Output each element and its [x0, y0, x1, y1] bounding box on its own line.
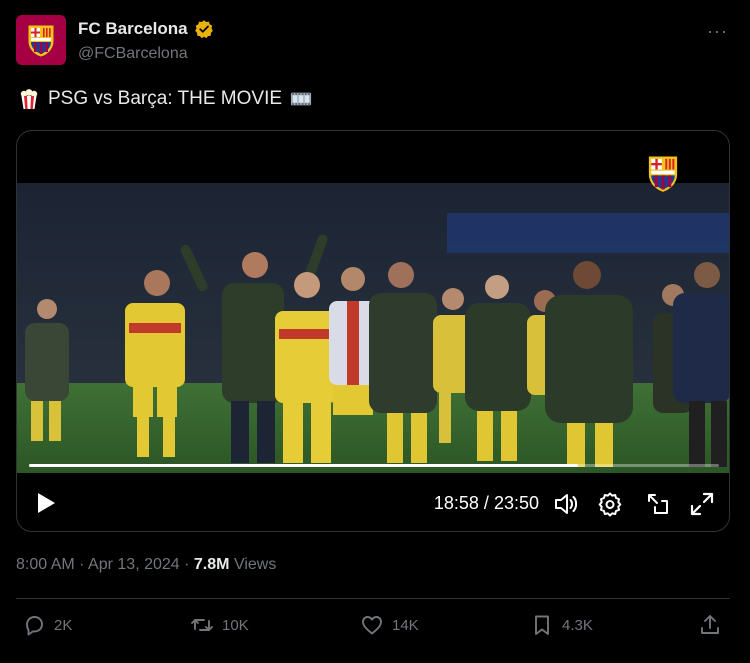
fullscreen-icon[interactable]	[689, 491, 715, 517]
tweet-time[interactable]: 8:00 AM	[16, 556, 75, 573]
like-count: 14K	[392, 616, 419, 634]
meta-dot: ·	[79, 556, 85, 573]
meta-dot-2: ·	[184, 556, 190, 573]
repost-count: 10K	[222, 616, 249, 634]
divider	[16, 598, 730, 599]
time-separator: /	[483, 493, 489, 513]
volume-icon[interactable]	[553, 491, 579, 517]
reply-count: 2K	[54, 616, 73, 634]
popcorn-icon	[20, 89, 38, 109]
fc-barcelona-crest-icon	[28, 25, 54, 57]
tweet-text: PSG vs Barça: THE MOVIE	[18, 88, 312, 110]
video-player[interactable]: 18:58 / 23:50	[16, 130, 730, 532]
play-icon[interactable]	[35, 491, 57, 515]
reply-button[interactable]: 2K	[22, 613, 72, 637]
video-time: 18:58 / 23:50	[434, 493, 539, 514]
heart-icon	[362, 616, 382, 635]
account-name-row[interactable]: FC Barcelona	[78, 19, 214, 39]
film-frames-icon	[290, 92, 312, 106]
account-handle[interactable]: @FCBarcelona	[78, 45, 188, 63]
views-count: 7.8M	[193, 556, 230, 573]
video-scene-image	[17, 183, 729, 473]
video-progress-bar[interactable]	[29, 464, 719, 467]
reply-icon	[26, 616, 43, 636]
bookmark-count: 4.3K	[562, 616, 593, 634]
bookmark-button[interactable]: 4.3K	[530, 613, 593, 637]
video-progress-fill	[29, 464, 579, 467]
account-name[interactable]: FC Barcelona	[78, 19, 188, 39]
share-button[interactable]	[698, 613, 722, 637]
video-frame[interactable]	[17, 183, 729, 473]
tweet-meta: 8:00 AM · Apr 13, 2024 · 7.8M Views	[16, 556, 276, 574]
more-options-button[interactable]: ···	[707, 21, 728, 42]
video-controls: 18:58 / 23:50	[17, 483, 729, 527]
views-label: Views	[233, 556, 277, 573]
share-icon	[701, 615, 719, 634]
fc-barcelona-watermark-icon	[648, 156, 678, 192]
pip-icon[interactable]	[645, 491, 671, 517]
duration: 23:50	[493, 493, 539, 513]
bookmark-icon	[535, 615, 549, 635]
tweet-date[interactable]: Apr 13, 2024	[88, 556, 180, 573]
repost-button[interactable]: 10K	[190, 613, 249, 637]
tweet-text-content: PSG vs Barça: THE MOVIE	[48, 88, 283, 109]
like-button[interactable]: 14K	[360, 613, 419, 637]
verified-badge-icon	[194, 20, 213, 39]
tweet-actions: 2K 10K 14K 4.3K	[0, 613, 750, 643]
avatar[interactable]	[16, 15, 66, 65]
repost-icon	[191, 619, 213, 631]
current-time: 18:58	[433, 493, 479, 513]
settings-icon[interactable]	[597, 491, 623, 517]
